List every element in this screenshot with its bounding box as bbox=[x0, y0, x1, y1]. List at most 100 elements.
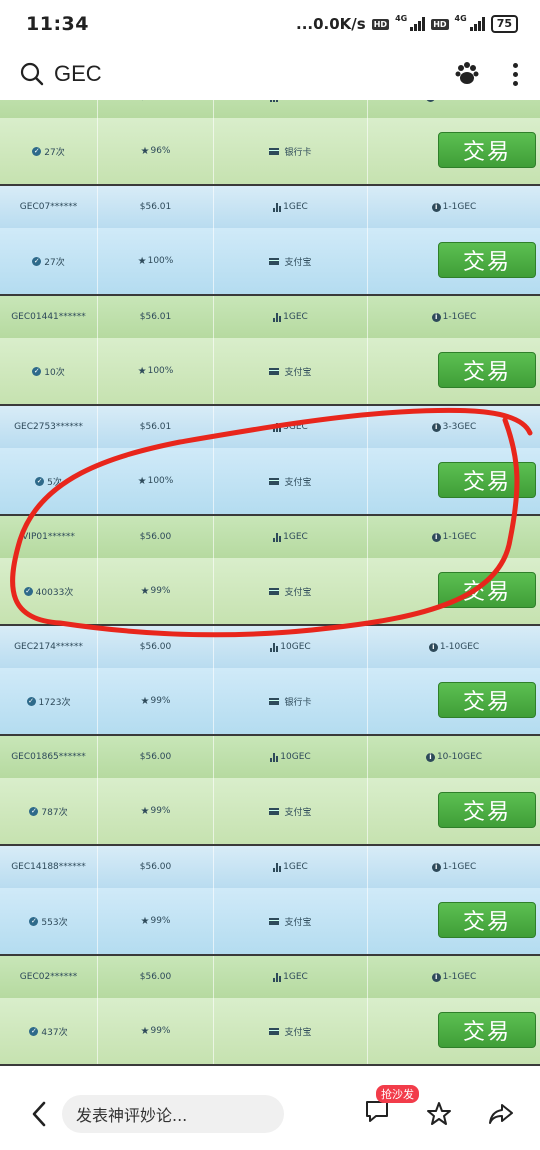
price-text: $56.00 bbox=[139, 532, 172, 542]
trade-button[interactable]: 交易 bbox=[438, 792, 536, 828]
bar-chart-icon bbox=[270, 100, 279, 102]
network-type-label: 4G bbox=[395, 14, 408, 23]
trade-button[interactable]: 交易 bbox=[438, 572, 536, 608]
payment-method-text: 支付宝 bbox=[284, 257, 312, 268]
battery-icon: 75 bbox=[490, 15, 518, 33]
payment-method-text: 支付宝 bbox=[284, 917, 312, 928]
trade-button[interactable]: 交易 bbox=[438, 462, 536, 498]
star-small-icon: ★ bbox=[137, 365, 147, 377]
price: $56.01 bbox=[98, 296, 214, 338]
trade-row-top: VIP01****** $56.00 1GEC i 1-1GEC bbox=[0, 516, 540, 558]
trade-row: GEC02****** $56.00 1GEC i 1-1GEC ✓ 437次 ★ 9… bbox=[0, 956, 540, 1066]
star-small-icon: ★ bbox=[140, 145, 150, 157]
check-circle-icon: ✓ bbox=[32, 256, 42, 266]
limit: i 1-1GEC bbox=[368, 296, 540, 338]
check-circle-icon: ✓ bbox=[35, 476, 45, 486]
order-count: ✓ 10次 bbox=[0, 338, 98, 404]
seller-name-text: VIP01****** bbox=[22, 532, 75, 542]
seller-name: GEC02****** bbox=[0, 100, 98, 118]
order-count: ✓ 437次 bbox=[0, 998, 98, 1064]
completion-rate-text: 100% bbox=[147, 476, 174, 486]
info-icon: i bbox=[425, 100, 435, 102]
status-bar: 11:34 ...0.0K/s HD 4G HD 4G 75 bbox=[0, 0, 540, 48]
network-speed: ...0.0K/s bbox=[296, 15, 366, 33]
seller-name-text: GEC07****** bbox=[19, 202, 78, 212]
more-vertical-icon[interactable] bbox=[510, 62, 520, 86]
amount-text: 3GEC bbox=[283, 422, 308, 432]
limit-text: 10-10GEC bbox=[436, 752, 483, 762]
share-icon[interactable] bbox=[488, 1101, 514, 1127]
limit: i10-10GEC bbox=[368, 100, 540, 118]
title-bar: GEC bbox=[0, 48, 540, 100]
star-icon[interactable] bbox=[426, 1101, 452, 1127]
info-icon: i bbox=[431, 422, 441, 432]
trade-row: VIP01****** $56.00 1GEC i 1-1GEC ✓ 40033次 … bbox=[0, 516, 540, 626]
back-icon[interactable] bbox=[18, 1099, 62, 1129]
trade-button[interactable]: 交易 bbox=[438, 902, 536, 938]
trade-list[interactable]: GEC02****** $56.01 10GEC i10-10GEC ✓27次 … bbox=[0, 100, 540, 1080]
price-text: $56.01 bbox=[139, 422, 172, 432]
limit: i 1-1GEC bbox=[368, 956, 540, 998]
network-type-label-2: 4G bbox=[454, 14, 467, 23]
check-circle-icon: ✓ bbox=[26, 696, 36, 706]
order-count: ✓ 5次 bbox=[0, 448, 98, 514]
trade-row-top: GEC02****** $56.00 1GEC i 1-1GEC bbox=[0, 956, 540, 998]
card-icon bbox=[269, 587, 280, 595]
amount: 10GEC bbox=[214, 100, 368, 118]
trade-row-top: GEC2753****** $56.01 3GEC i 3-3GEC bbox=[0, 406, 540, 448]
comment-icon[interactable]: 抢沙发 bbox=[364, 1085, 419, 1129]
trade-button[interactable]: 交易 bbox=[438, 242, 536, 278]
trade-row-top: GEC07****** $56.01 1GEC i 1-1GEC bbox=[0, 186, 540, 228]
card-icon bbox=[269, 257, 280, 265]
limit: i 1-10GEC bbox=[368, 626, 540, 668]
order-count: ✓ 1723次 bbox=[0, 668, 98, 734]
trade-row: GEC2174****** $56.00 10GEC i 1-10GEC ✓ 172… bbox=[0, 626, 540, 736]
payment-method: 支付宝 bbox=[214, 998, 368, 1064]
completion-rate: ★ 99% bbox=[98, 778, 214, 844]
seller-name: GEC07****** bbox=[0, 186, 98, 228]
limit-text: 1-1GEC bbox=[442, 202, 477, 212]
bar-chart-icon bbox=[270, 642, 279, 652]
search-icon[interactable] bbox=[20, 62, 44, 86]
bar-chart-icon bbox=[273, 532, 282, 542]
check-circle-icon: ✓ bbox=[29, 916, 39, 926]
limit: i 3-3GEC bbox=[368, 406, 540, 448]
completion-rate-text: 99% bbox=[150, 1026, 171, 1036]
amount: 1GEC bbox=[214, 956, 368, 998]
price-text: $56.00 bbox=[139, 972, 172, 982]
seller-name: GEC01865****** bbox=[0, 736, 98, 778]
paw-icon[interactable] bbox=[454, 61, 480, 87]
order-count: ✓ 27次 bbox=[0, 118, 98, 184]
order-count: ✓ 27次 bbox=[0, 228, 98, 294]
completion-rate: ★ 100% bbox=[98, 448, 214, 514]
star-small-icon: ★ bbox=[140, 1025, 150, 1037]
info-icon: i bbox=[431, 312, 441, 322]
check-circle-icon: ✓ bbox=[23, 586, 33, 596]
card-icon bbox=[269, 1027, 280, 1035]
payment-method-text: 支付宝 bbox=[284, 1027, 312, 1038]
price-text: $56.01 bbox=[139, 312, 172, 322]
bar-chart-icon bbox=[273, 422, 282, 432]
price-text: $56.00 bbox=[139, 862, 172, 872]
seller-name-text: GEC02****** bbox=[19, 972, 78, 982]
check-circle-icon: ✓ bbox=[32, 366, 42, 376]
order-count-text: 1723次 bbox=[38, 697, 71, 708]
amount-text: 10GEC bbox=[280, 752, 311, 762]
limit: i 1-1GEC bbox=[368, 516, 540, 558]
completion-rate: ★ 96% bbox=[98, 118, 214, 184]
payment-method: 银行卡 bbox=[214, 668, 368, 734]
completion-rate-text: 99% bbox=[150, 916, 171, 926]
bar-chart-icon bbox=[270, 752, 279, 762]
trade-button[interactable]: 交易 bbox=[438, 132, 536, 168]
price: $56.00 bbox=[98, 956, 214, 998]
comment-input[interactable]: 发表神评妙论... bbox=[62, 1095, 284, 1133]
trade-button[interactable]: 交易 bbox=[438, 682, 536, 718]
trade-button[interactable]: 交易 bbox=[438, 1012, 536, 1048]
amount: 10GEC bbox=[214, 626, 368, 668]
completion-rate: ★ 99% bbox=[98, 668, 214, 734]
trade-button[interactable]: 交易 bbox=[438, 352, 536, 388]
limit-text: 1-10GEC bbox=[439, 642, 480, 652]
info-icon: i bbox=[431, 532, 441, 542]
seller-name-text: GEC02****** bbox=[20, 100, 77, 102]
trade-row: GEC07****** $56.01 1GEC i 1-1GEC ✓ 27次 ★ 10… bbox=[0, 186, 540, 296]
